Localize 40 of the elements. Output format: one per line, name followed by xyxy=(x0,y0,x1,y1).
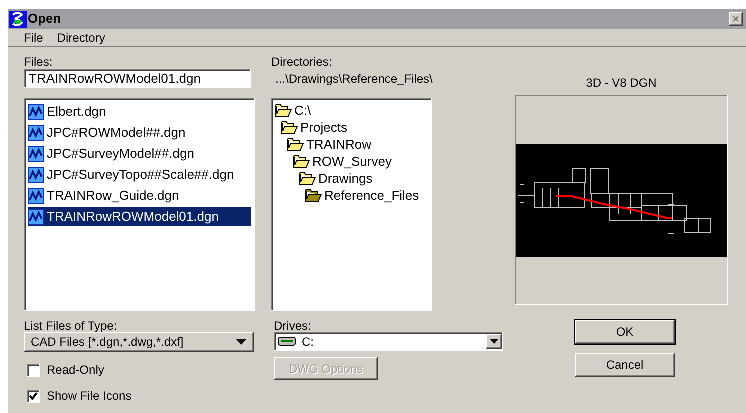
file-type-dropdown[interactable]: CAD Files [*.dgn,*.dwg,*.dxf] xyxy=(24,332,254,352)
folder-row[interactable]: C:\ xyxy=(275,102,428,119)
folder-row[interactable]: Projects xyxy=(275,119,428,136)
drawing-file-icon xyxy=(28,208,44,224)
folder-row[interactable]: Drawings xyxy=(275,170,428,187)
window-title: Open xyxy=(28,10,62,28)
list-row[interactable]: TRAINRowROWModel01.dgn xyxy=(28,207,252,226)
directory-path: ...\Drawings\Reference_Files\ xyxy=(274,70,434,88)
menu-item[interactable]: File xyxy=(24,28,44,46)
checkbox[interactable] xyxy=(27,390,40,402)
checkbox[interactable] xyxy=(27,364,40,376)
files-label: Files: xyxy=(24,54,54,69)
folder-row[interactable]: ROW_Survey xyxy=(275,153,428,170)
filename-field[interactable]: TRAINRowROWModel01.dgn xyxy=(24,69,251,88)
checkbox-label: Show File Icons xyxy=(47,388,132,405)
drive-icon xyxy=(278,337,296,346)
drawing-file-icon xyxy=(28,166,44,182)
drawing-file-icon xyxy=(28,124,44,140)
drives-label: Drives: xyxy=(274,318,312,332)
list-row[interactable]: TRAINRow_Guide.dgn xyxy=(28,186,252,205)
list-row[interactable]: Elbert.dgn xyxy=(28,102,252,121)
drawing-file-icon xyxy=(28,146,44,162)
dropdown-arrow-icon xyxy=(490,339,498,344)
file-type-label: List Files of Type: xyxy=(24,318,118,332)
preview-label: 3D - V8 DGN xyxy=(586,75,657,92)
menu-item[interactable]: Directory xyxy=(57,28,106,46)
folder-row[interactable]: TRAINRow xyxy=(275,136,428,153)
list-row[interactable]: JPC#ROWModel##.dgn xyxy=(28,123,252,142)
list-row[interactable]: JPC#SurveyModel##.dgn xyxy=(28,144,252,163)
folder-row[interactable]: Reference_Files xyxy=(275,187,428,204)
close-button[interactable]: × xyxy=(729,12,743,26)
directories-label: Directories: xyxy=(271,54,334,69)
dialog-button[interactable]: Cancel xyxy=(575,353,675,377)
dialog-button[interactable]: OK xyxy=(575,320,675,344)
drawing-file-icon xyxy=(28,104,44,120)
drawing-file-icon xyxy=(28,188,44,204)
list-row[interactable]: JPC#SurveyTopo##Scale##.dgn xyxy=(28,165,252,184)
drives-dropdown[interactable]: C: xyxy=(274,332,503,351)
checkbox-label: Read-Only xyxy=(47,362,104,379)
dropdown-arrow-icon xyxy=(236,339,247,345)
